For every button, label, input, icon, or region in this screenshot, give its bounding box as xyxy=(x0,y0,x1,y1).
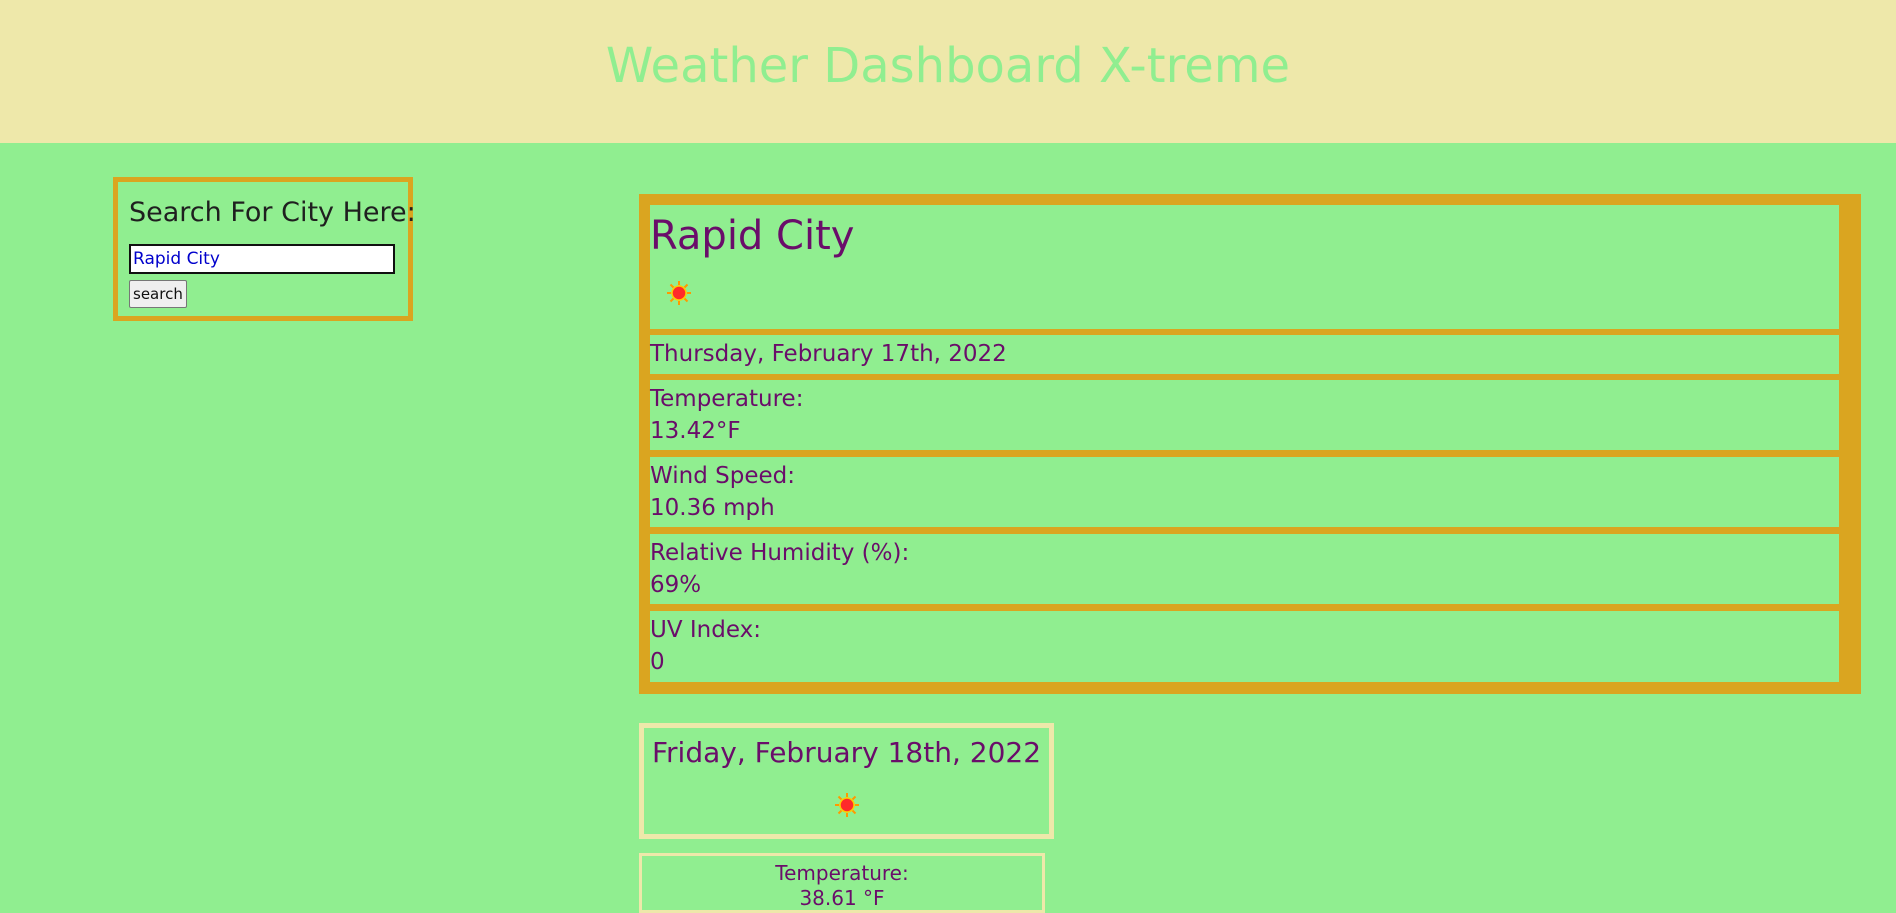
city-search-input[interactable] xyxy=(129,244,395,274)
search-title: Search For City Here: xyxy=(129,197,416,228)
current-date: Thursday, February 17th, 2022 xyxy=(650,341,1007,367)
uv-index-value: 0 xyxy=(650,649,665,675)
humidity-label: Relative Humidity (%): xyxy=(650,540,910,566)
current-city-cell: Rapid City xyxy=(650,205,1839,329)
current-date-cell: Thursday, February 17th, 2022 xyxy=(650,335,1839,374)
current-humidity-cell: Relative Humidity (%): 69% xyxy=(650,534,1839,604)
forecast-date: Friday, February 18th, 2022 xyxy=(651,736,1042,769)
temperature-label: Temperature: xyxy=(650,386,804,412)
current-uv-cell: UV Index: 0 xyxy=(650,611,1839,682)
forecast-temperature-label: Temperature: xyxy=(775,861,909,885)
humidity-value: 69% xyxy=(650,572,702,598)
temperature-value: 13.42°F xyxy=(650,418,741,444)
current-city-name: Rapid City xyxy=(650,213,855,259)
wind-speed-label: Wind Speed: xyxy=(650,463,795,489)
sun-icon xyxy=(667,281,691,305)
page-header: Weather Dashboard X-treme xyxy=(0,0,1896,143)
forecast-temperature-card: Temperature: 38.61 °F xyxy=(639,853,1045,913)
current-wind-cell: Wind Speed: 10.36 mph xyxy=(650,457,1839,527)
forecast-temperature-value: 38.61 °F xyxy=(799,886,885,910)
search-panel: Search For City Here: search xyxy=(113,177,416,321)
sun-icon xyxy=(835,793,859,817)
current-weather-panel: Rapid City Thursday, February 17th, 2022… xyxy=(639,194,1861,694)
uv-index-label: UV Index: xyxy=(650,617,761,643)
search-button[interactable]: search xyxy=(129,280,187,308)
forecast-day-card: Friday, February 18th, 2022 xyxy=(639,723,1054,839)
wind-speed-value: 10.36 mph xyxy=(650,495,775,521)
page-title: Weather Dashboard X-treme xyxy=(605,38,1291,94)
current-temperature-cell: Temperature: 13.42°F xyxy=(650,380,1839,450)
